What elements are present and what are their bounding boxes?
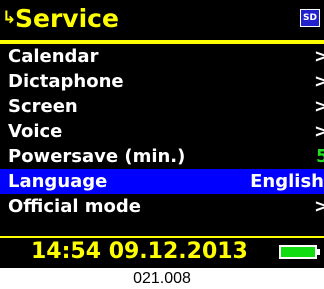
chevron-right-icon: > <box>314 196 324 217</box>
chevron-right-icon: > <box>314 121 324 142</box>
sd-card-label: SD <box>301 10 319 26</box>
battery-icon <box>279 245 317 259</box>
menu-item-language[interactable]: Language English <box>0 169 324 194</box>
service-tool-icon: ↳ <box>2 8 17 28</box>
menu-item-screen[interactable]: Screen > <box>0 94 324 119</box>
status-datetime: 14:54 09.12.2013 <box>31 239 248 264</box>
service-menu: Calendar > Dictaphone > Screen > Voice >… <box>0 44 324 219</box>
device-screen: ↳ Service SD Calendar > Dictaphone > Scr… <box>0 0 324 268</box>
sd-card-icon: SD <box>299 8 321 28</box>
menu-item-voice[interactable]: Voice > <box>0 119 324 144</box>
menu-item-powersave[interactable]: Powersave (min.) 5 <box>0 144 324 169</box>
menu-item-label: Official mode <box>8 196 142 217</box>
menu-item-label: Dictaphone <box>8 71 124 92</box>
menu-item-label: Language <box>8 171 108 192</box>
menu-item-dictaphone[interactable]: Dictaphone > <box>0 69 324 94</box>
menu-item-label: Powersave (min.) <box>8 146 186 167</box>
image-caption: 021.008 <box>133 270 191 287</box>
language-value: English <box>250 171 324 192</box>
menu-item-label: Voice <box>8 121 63 142</box>
page-title: Service <box>15 4 119 33</box>
menu-item-label: Calendar <box>8 46 99 67</box>
menu-item-calendar[interactable]: Calendar > <box>0 44 324 69</box>
battery-terminal <box>317 249 320 255</box>
screen-header: ↳ Service SD <box>0 0 324 40</box>
menu-item-label: Screen <box>8 96 78 117</box>
powersave-value: 5 <box>316 146 324 167</box>
chevron-right-icon: > <box>314 96 324 117</box>
menu-item-official-mode[interactable]: Official mode > <box>0 194 324 219</box>
chevron-right-icon: > <box>314 46 324 67</box>
chevron-right-icon: > <box>314 71 324 92</box>
